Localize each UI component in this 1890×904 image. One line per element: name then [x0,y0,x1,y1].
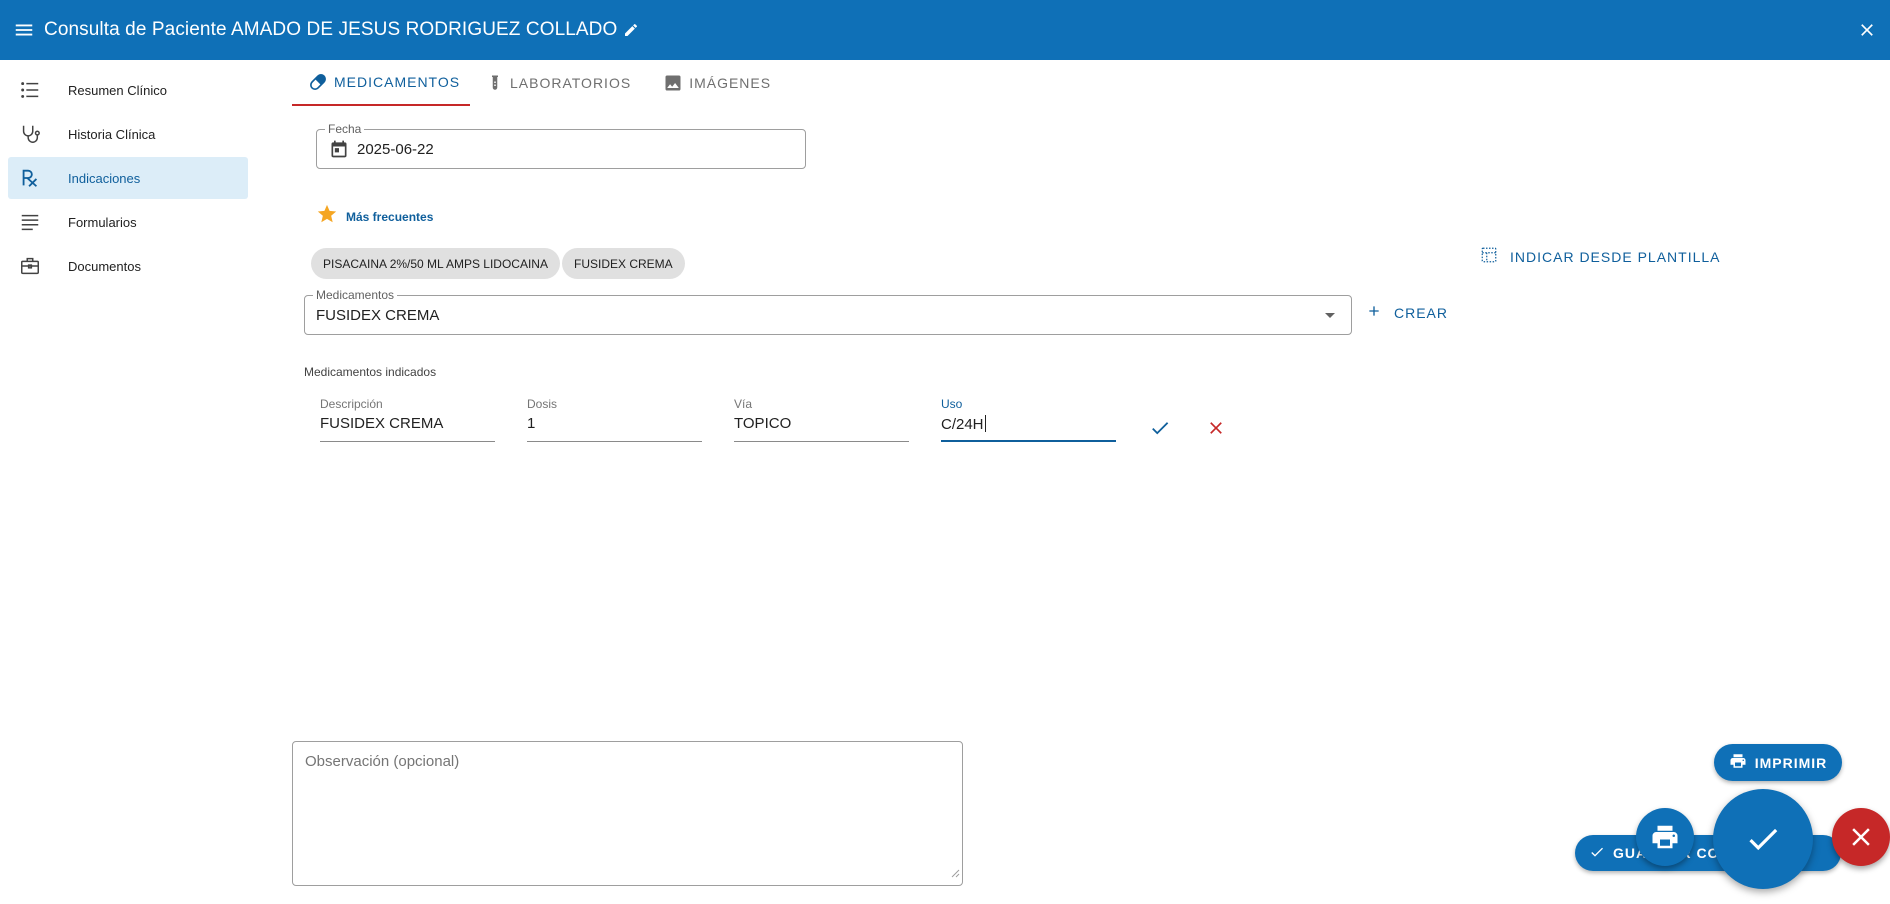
indicar-desde-plantilla-button[interactable]: INDICAR DESDE PLANTILLA [1480,246,1721,267]
uso-field[interactable]: Uso C/24H [941,394,1116,442]
calendar-icon[interactable] [329,139,349,164]
sidebar-item-label: Documentos [68,258,141,274]
pill-icon [308,72,328,92]
cancel-row-icon[interactable] [1204,416,1228,440]
medicamentos-select[interactable]: Medicamentos FUSIDEX CREMA [304,288,1352,335]
frequent-header: Más frecuentes [316,203,433,230]
test-tube-icon [486,73,504,93]
dosis-field[interactable]: Dosis 1 [527,394,702,442]
printer-icon [1729,752,1747,773]
tab-medicamentos[interactable]: MEDICAMENTOS [292,60,470,106]
image-icon [663,73,683,93]
sidebar-item-label: Indicaciones [68,170,141,186]
descripcion-field[interactable]: Descripción FUSIDEX CREMA [320,394,495,442]
observacion-textarea[interactable]: Observación (opcional) [292,741,963,886]
via-field[interactable]: Vía TOPICO [734,394,909,442]
stethoscope-icon [4,123,56,145]
imprimir-button[interactable]: IMPRIMIR [1714,744,1842,781]
print-fab[interactable] [1636,808,1694,866]
close-icon[interactable] [1852,15,1882,45]
sidebar-item-indicaciones[interactable]: Indicaciones [8,157,248,199]
printer-icon [1652,825,1678,849]
fecha-label: Fecha [325,122,365,136]
frequent-label: Más frecuentes [346,209,434,224]
list-icon [4,79,56,101]
check-icon [1749,828,1778,851]
chip-pisacaina[interactable]: PISACAINA 2%/50 ML AMPS LIDOCAINA [311,248,560,279]
template-icon [1480,246,1498,267]
cancel-fab[interactable] [1832,808,1890,866]
medicamentos-value: FUSIDEX CREMA [316,307,440,324]
medicamentos-label: Medicamentos [313,288,398,302]
sidebar-item-label: Historia Clínica [68,126,156,142]
tab-label: LABORATORIOS [510,75,632,91]
frequent-chips: PISACAINA 2%/50 ML AMPS LIDOCAINA FUSIDE… [311,248,685,279]
tab-label: MEDICAMENTOS [334,74,461,90]
text-lines-icon [4,211,56,233]
edit-icon[interactable] [623,22,639,38]
briefcase-icon [4,255,56,277]
plus-icon [1366,303,1382,322]
tab-label: IMÁGENES [689,75,772,91]
medicamentos-indicados-title: Medicamentos indicados [304,365,437,379]
sidebar-item-label: Resumen Clínico [68,82,167,98]
fecha-field[interactable]: Fecha 2025-06-22 [316,122,806,169]
sidebar-item-formularios[interactable]: Formularios [8,201,248,243]
close-icon [1852,828,1870,846]
app-header: Consulta de Paciente AMADO DE JESUS RODR… [0,0,1890,60]
tab-laboratorios[interactable]: LABORATORIOS [470,60,647,106]
crear-button[interactable]: CREAR [1366,303,1448,322]
menu-icon[interactable] [0,0,48,60]
sidebar-item-historia-clinica[interactable]: Historia Clínica [8,113,248,155]
chip-fusidex[interactable]: FUSIDEX CREMA [561,248,685,279]
tab-bar: MEDICAMENTOS LABORATORIOS IMÁGENES [292,60,787,106]
fecha-value: 2025-06-22 [357,141,434,158]
star-icon [316,203,338,230]
page-title: Consulta de Paciente AMADO DE JESUS RODR… [44,19,618,40]
confirm-fab[interactable] [1713,789,1813,889]
prescription-icon [4,167,56,189]
check-icon [1589,844,1605,863]
sidebar-item-documentos[interactable]: Documentos [8,245,248,287]
sidebar-item-resumen-clinico[interactable]: Resumen Clínico [8,69,248,111]
dropdown-arrow-icon[interactable] [1325,313,1335,318]
sidebar-item-label: Formularios [68,214,137,230]
tab-imagenes[interactable]: IMÁGENES [647,60,787,106]
confirm-row-icon[interactable] [1148,416,1172,440]
resize-handle-icon[interactable] [950,865,960,883]
